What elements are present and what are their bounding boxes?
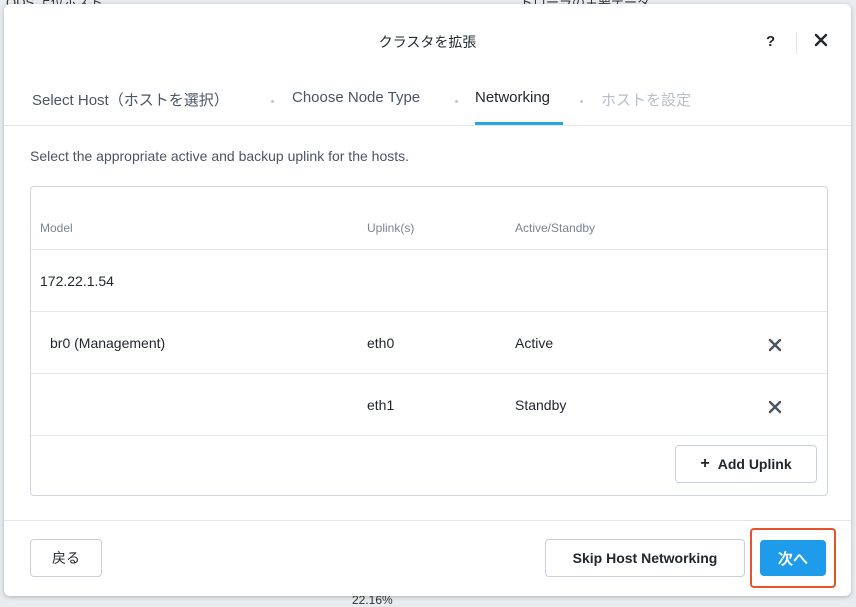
wizard-tabs: Select Host（ホストを選択） Choose Node Type Net… xyxy=(4,84,851,125)
expand-cluster-dialog: クラスタを拡張 ? Select Host（ホストを選択） Choose Nod… xyxy=(4,4,851,596)
header-divider xyxy=(796,32,797,54)
row-divider xyxy=(31,373,827,374)
row-divider xyxy=(31,435,827,436)
tab-networking[interactable]: Networking xyxy=(475,89,550,106)
uplink-name: eth0 xyxy=(367,335,395,351)
uplink-name: eth1 xyxy=(367,397,395,413)
bridge-name: br0 (Management) xyxy=(50,335,166,351)
remove-uplink-icon[interactable] xyxy=(768,338,782,352)
row-divider xyxy=(31,249,827,250)
footer-divider xyxy=(4,520,851,521)
row-divider xyxy=(31,311,827,312)
column-header-model: Model xyxy=(40,221,73,235)
tab-separator xyxy=(455,100,458,103)
next-button-highlight: 次へ xyxy=(750,528,836,588)
tabs-divider xyxy=(4,125,851,126)
column-header-active-standby: Active/Standby xyxy=(515,221,596,235)
tab-select-host[interactable]: Select Host（ホストを選択） xyxy=(32,89,229,110)
tab-separator xyxy=(271,100,274,103)
dialog-title: クラスタを拡張 xyxy=(378,34,477,50)
host-ip: 172.22.1.54 xyxy=(40,273,114,289)
add-uplink-label: Add Uplink xyxy=(717,456,792,472)
uplink-mode: Standby xyxy=(515,397,567,413)
help-button[interactable]: ? xyxy=(766,33,775,50)
tab-configure-host: ホストを設定 xyxy=(601,92,692,109)
networking-description: Select the appropriate active and backup… xyxy=(30,148,410,164)
tab-separator xyxy=(580,100,583,103)
skip-host-networking-button[interactable]: Skip Host Networking xyxy=(545,539,745,577)
uplink-mode: Active xyxy=(515,335,554,351)
next-button[interactable]: 次へ xyxy=(760,540,826,576)
add-uplink-button[interactable]: + Add Uplink xyxy=(675,445,817,483)
close-icon[interactable] xyxy=(813,32,829,48)
remove-uplink-icon[interactable] xyxy=(768,400,782,414)
plus-icon: + xyxy=(700,455,710,472)
back-button[interactable]: 戻る xyxy=(30,539,102,577)
uplink-table: Model Uplink(s) Active/Standby 172.22.1.… xyxy=(30,186,828,496)
tab-choose-node-type[interactable]: Choose Node Type xyxy=(292,89,420,106)
column-header-uplinks: Uplink(s) xyxy=(367,221,415,235)
